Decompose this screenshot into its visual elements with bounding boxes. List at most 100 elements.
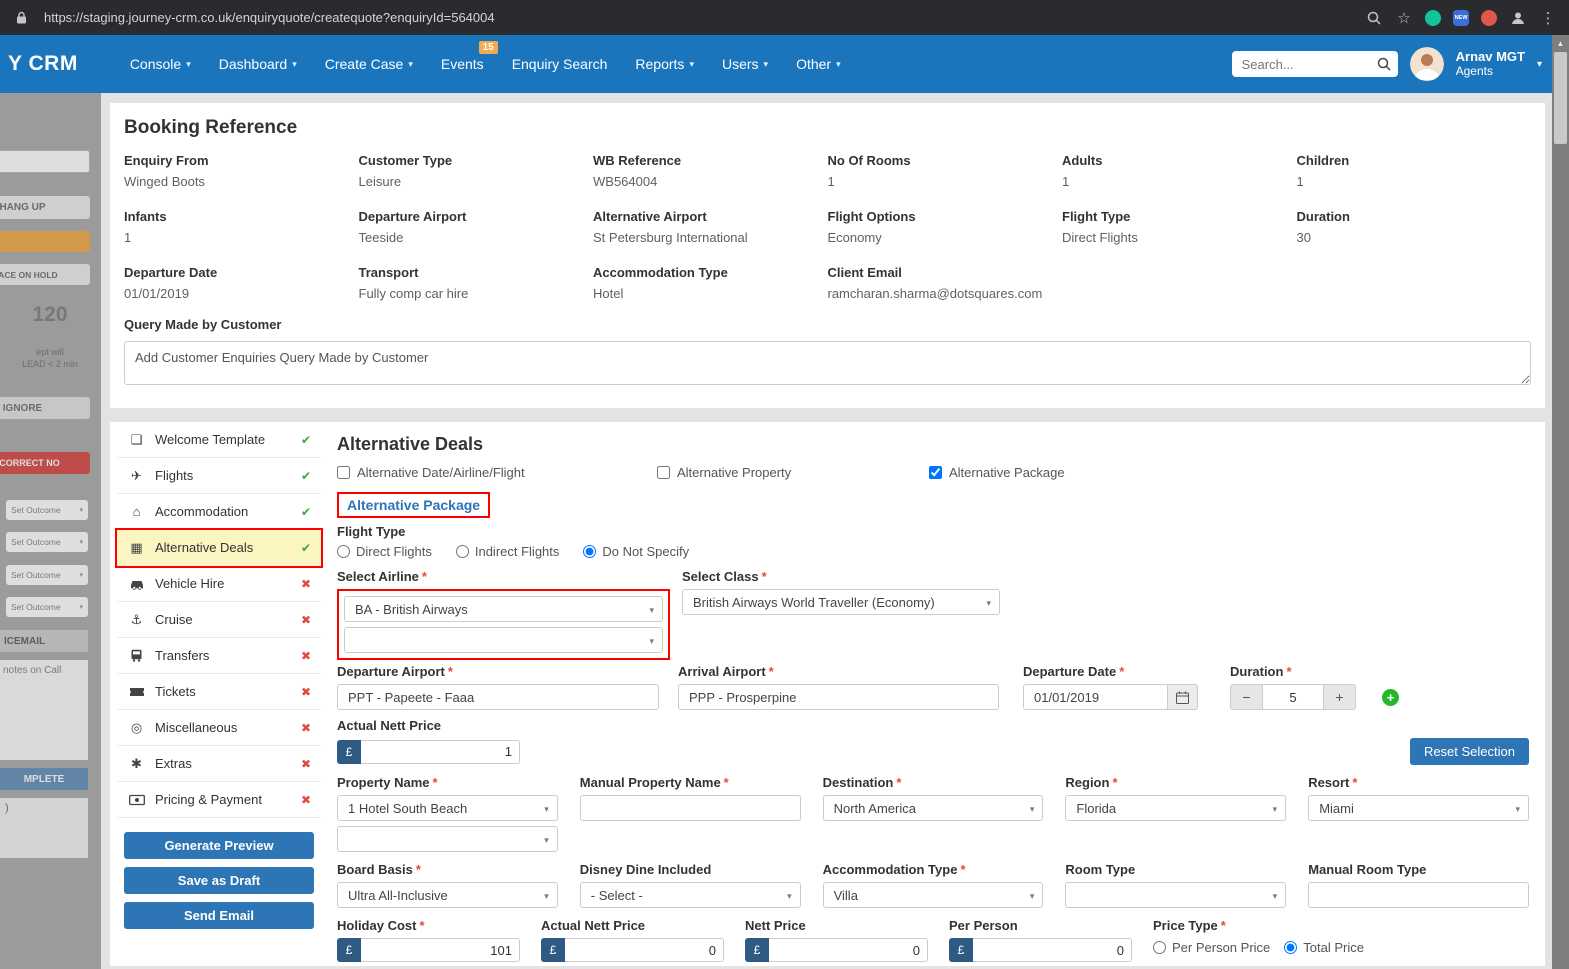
browser-menu-icon[interactable]: ⋮ [1539, 9, 1557, 27]
nav-item-enquiry-search[interactable]: Enquiry Search [498, 35, 622, 93]
section-item-extras[interactable]: ✱Extras✖ [117, 746, 321, 782]
radio-per-person-price[interactable]: Per Person Price [1153, 940, 1270, 955]
ignore-button[interactable]: IGNORE [0, 397, 90, 419]
booking-field: TransportFully comp car hire [359, 265, 594, 301]
manual-room-type-input[interactable] [1308, 882, 1529, 908]
search-icon[interactable] [1377, 57, 1391, 71]
minus-button[interactable]: − [1230, 684, 1263, 710]
section-item-alternative-deals[interactable]: ▦Alternative Deals✔ [117, 530, 321, 566]
accommodation-type-select[interactable]: Villa▾ [823, 882, 1044, 908]
holiday-cost-label: Holiday Cost* [337, 918, 520, 933]
class-select[interactable]: British Airways World Traveller (Economy… [682, 589, 1000, 615]
section-item-vehicle-hire[interactable]: Vehicle Hire✖ [117, 566, 321, 602]
holiday-cost-input[interactable] [361, 938, 520, 962]
nav-item-console[interactable]: Console▾ [116, 35, 205, 93]
room-type-select[interactable]: ▾ [1065, 882, 1286, 908]
voicemail-bar[interactable]: ICEMAIL [0, 630, 88, 652]
reset-selection-button[interactable]: Reset Selection [1410, 738, 1529, 765]
section-item-flights[interactable]: ✈Flights✔ [117, 458, 321, 494]
customer-query-textarea[interactable] [124, 341, 1531, 385]
radio-do-not-specify[interactable]: Do Not Specify [583, 544, 689, 559]
radio-direct-flights[interactable]: Direct Flights [337, 544, 432, 559]
arrival-airport-input[interactable] [678, 684, 999, 710]
hang-up-button[interactable]: HANG UP [0, 196, 90, 219]
alt-date-airline-flight-checkbox[interactable]: Alternative Date/Airline/Flight [337, 465, 657, 480]
send-email-button[interactable]: Send Email [124, 902, 314, 929]
region-select[interactable]: Florida▾ [1065, 795, 1286, 821]
section-item-tickets[interactable]: Tickets✖ [117, 674, 321, 710]
accommodation-type-label: Accommodation Type* [823, 862, 1044, 877]
actual-nett-price-input[interactable] [361, 740, 520, 764]
destination-select[interactable]: North America▾ [823, 795, 1044, 821]
call-task-bar[interactable] [0, 231, 90, 252]
section-item-pricing-payment[interactable]: Pricing & Payment✖ [117, 782, 321, 818]
complete-button[interactable]: MPLETE [0, 768, 88, 790]
add-row-icon[interactable]: + [1382, 689, 1399, 706]
disney-dine-select[interactable]: - Select -▾ [580, 882, 801, 908]
airline-select[interactable]: BA - British Airways▾ [344, 596, 663, 622]
asterisk-icon: ✱ [128, 756, 145, 772]
caret-down-icon: ▾ [79, 603, 83, 611]
resort-select[interactable]: Miami▾ [1308, 795, 1529, 821]
nav-item-create-case[interactable]: Create Case▾ [311, 35, 427, 93]
alt-package-checkbox[interactable]: Alternative Package [929, 465, 1065, 480]
alt-property-checkbox[interactable]: Alternative Property [657, 465, 929, 480]
manual-property-name-label: Manual Property Name* [580, 775, 801, 790]
user-menu[interactable]: Arnav MGT Agents [1456, 50, 1525, 78]
incorrect-no-button[interactable]: INCORRECT NO [0, 452, 90, 474]
bookmark-star-icon[interactable]: ☆ [1395, 9, 1413, 27]
booking-field: Accommodation TypeHotel [593, 265, 828, 301]
zoom-icon[interactable] [1365, 9, 1383, 27]
browser-profile-icon[interactable] [1509, 9, 1527, 27]
section-item-transfers[interactable]: Transfers✖ [117, 638, 321, 674]
place-on-hold-button[interactable]: PLACE ON HOLD [0, 264, 90, 285]
extension-new-icon[interactable]: NEW [1453, 10, 1469, 26]
set-outcome-select[interactable]: Set Outcome▾ [6, 565, 88, 585]
nett-price-input[interactable] [769, 938, 928, 962]
set-outcome-select[interactable]: Set Outcome▾ [6, 597, 88, 617]
nav-item-dashboard[interactable]: Dashboard▾ [205, 35, 311, 93]
per-person-input[interactable] [973, 938, 1132, 962]
user-avatar[interactable] [1410, 47, 1444, 81]
set-outcome-select[interactable]: Set Outcome▾ [6, 500, 88, 520]
plus-button[interactable]: + [1323, 684, 1356, 710]
set-outcome-select[interactable]: Set Outcome▾ [6, 532, 88, 552]
global-search-input[interactable] [1232, 51, 1398, 77]
call-number-input[interactable] [0, 150, 90, 173]
manual-property-name-input[interactable] [580, 795, 801, 821]
address-bar[interactable]: https://staging.journey-crm.co.uk/enquir… [44, 10, 495, 25]
booking-field: Departure AirportTeeside [359, 209, 594, 245]
nav-item-other[interactable]: Other▾ [782, 35, 855, 93]
board-basis-select[interactable]: Ultra All-Inclusive▾ [337, 882, 558, 908]
property-name-select[interactable]: 1 Hotel South Beach▾ [337, 795, 558, 821]
caret-down-icon[interactable]: ▾ [1537, 59, 1542, 70]
airline-select-secondary[interactable]: ▾ [344, 627, 663, 653]
radio-total-price[interactable]: Total Price [1284, 940, 1364, 955]
section-item-cruise[interactable]: ⚓Cruise✖ [117, 602, 321, 638]
extension-red-icon[interactable] [1481, 10, 1497, 26]
section-item-miscellaneous[interactable]: ◎Miscellaneous✖ [117, 710, 321, 746]
save-as-draft-button[interactable]: Save as Draft [124, 867, 314, 894]
nav-item-events[interactable]: Events15 [427, 35, 498, 93]
scroll-up-arrow-icon[interactable]: ▲ [1552, 35, 1569, 51]
brand-logo[interactable]: Y CRM [8, 52, 78, 76]
scrollbar-thumb[interactable] [1554, 52, 1567, 144]
generate-preview-button[interactable]: Generate Preview [124, 832, 314, 859]
departure-airport-input[interactable] [337, 684, 659, 710]
cross-icon: ✖ [301, 757, 311, 771]
section-item-accommodation[interactable]: ⌂Accommodation✔ [117, 494, 321, 530]
page-scrollbar[interactable]: ▲ [1552, 35, 1569, 969]
property-name-select-secondary[interactable]: ▾ [337, 826, 558, 852]
calendar-icon[interactable] [1167, 684, 1198, 710]
section-item-welcome-template[interactable]: ❏Welcome Template✔ [117, 422, 321, 458]
ticket-icon [128, 686, 145, 698]
actual-nett-price2-input[interactable] [565, 938, 724, 962]
grammarly-extension-icon[interactable] [1425, 10, 1441, 26]
nav-item-reports[interactable]: Reports▾ [621, 35, 708, 93]
call-notes-area[interactable]: notes on Call [0, 660, 88, 760]
radio-indirect-flights[interactable]: Indirect Flights [456, 544, 560, 559]
banknote-icon [128, 794, 145, 806]
template-icon: ❏ [128, 432, 145, 448]
departure-date-input[interactable] [1023, 684, 1167, 710]
nav-item-users[interactable]: Users▾ [708, 35, 782, 93]
